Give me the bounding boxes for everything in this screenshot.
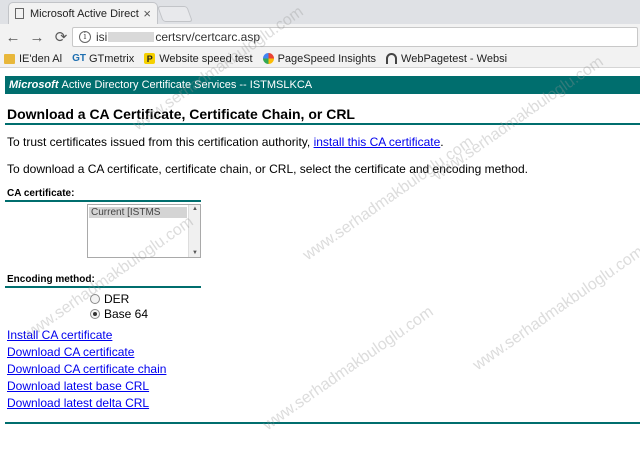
gtmetrix-icon: GT: [72, 53, 86, 64]
website-speed-test-icon: P: [144, 53, 156, 64]
download-ca-chain-link[interactable]: Download CA certificate chain: [7, 361, 166, 378]
radio-selected-dot: [93, 312, 97, 316]
folder-icon: [4, 53, 15, 64]
ca-certificate-label: CA certificate:: [7, 188, 75, 199]
ca-section-rule: [5, 200, 201, 202]
bookmark-label: Website speed test: [159, 52, 253, 65]
download-base-crl-link[interactable]: Download latest base CRL: [7, 378, 166, 395]
scroll-up-icon[interactable]: ▲: [192, 206, 198, 212]
bookmark-ie-import[interactable]: IE'den Al: [4, 53, 62, 65]
page-title: Download a CA Certificate, Certificate C…: [7, 106, 355, 122]
url-redacted: [108, 32, 155, 42]
url-prefix: isi: [96, 30, 108, 44]
encoding-section-rule: [5, 286, 201, 288]
browser-tab[interactable]: Microsoft Active Director ×: [8, 2, 158, 24]
tab-title: Microsoft Active Director: [30, 7, 140, 20]
der-label: DER: [104, 292, 130, 306]
encoding-base64-option[interactable]: Base 64: [90, 307, 148, 321]
bookmark-label: WebPagetest - Websi: [401, 52, 508, 65]
bookmarks-bar: IE'den Al GT GTmetrix P Website speed te…: [0, 50, 640, 68]
ca-certificate-option[interactable]: Current [ISTMS: [89, 207, 187, 218]
list-scrollbar[interactable]: ▲ ▼: [188, 205, 200, 257]
bookmark-webpagetest[interactable]: WebPagetest - Websi: [386, 53, 507, 65]
bookmark-label: PageSpeed Insights: [277, 52, 377, 65]
page-icon: [15, 8, 24, 19]
footer-divider: [5, 422, 640, 424]
trust-end: .: [440, 135, 444, 149]
header-banner: Microsoft Active Directory Certificate S…: [5, 76, 640, 94]
action-links: Install CA certificate Download CA certi…: [7, 327, 166, 412]
title-divider: [5, 123, 640, 125]
webpagetest-icon: [386, 53, 398, 64]
page-content: Microsoft Active Directory Certificate S…: [0, 68, 640, 468]
reload-button[interactable]: ⟳: [50, 26, 72, 48]
bookmark-pagespeed[interactable]: PageSpeed Insights: [262, 52, 377, 65]
address-bar[interactable]: i isi certsrv/certcarc.asp: [72, 27, 638, 47]
bookmark-website-speed-test[interactable]: P Website speed test: [144, 52, 253, 65]
download-paragraph: To download a CA certificate, certificat…: [7, 162, 528, 176]
back-button[interactable]: ←: [2, 26, 24, 48]
trust-text: To trust certificates issued from this c…: [7, 135, 314, 149]
info-icon[interactable]: i: [79, 31, 91, 43]
download-delta-crl-link[interactable]: Download latest delta CRL: [7, 395, 166, 412]
bookmark-gtmetrix[interactable]: GT GTmetrix: [72, 53, 134, 65]
encoding-method-label: Encoding method:: [7, 274, 95, 285]
url-path: certsrv/certcarc.asp: [155, 30, 261, 44]
install-ca-certificate-link[interactable]: Install CA certificate: [7, 327, 166, 344]
trust-paragraph: To trust certificates issued from this c…: [7, 135, 444, 149]
forward-button[interactable]: →: [26, 26, 48, 48]
banner-brand: Microsoft: [9, 79, 59, 91]
encoding-der-option[interactable]: DER: [90, 292, 129, 306]
base64-radio[interactable]: [90, 309, 100, 319]
pagespeed-icon: [262, 53, 274, 64]
bookmark-label: GTmetrix: [88, 52, 135, 65]
banner-text: Active Directory Certificate Services --…: [61, 79, 313, 91]
der-radio[interactable]: [90, 294, 100, 304]
close-tab-icon[interactable]: ×: [143, 6, 151, 21]
bookmark-label: IE'den Al: [19, 52, 63, 65]
download-ca-certificate-link[interactable]: Download CA certificate: [7, 344, 166, 361]
tab-strip: Microsoft Active Director ×: [0, 0, 640, 24]
install-this-ca-link[interactable]: install this CA certificate: [314, 135, 441, 149]
new-tab-button[interactable]: [157, 6, 193, 22]
scroll-down-icon[interactable]: ▼: [192, 250, 198, 256]
ca-certificate-list[interactable]: Current [ISTMS ▲ ▼: [87, 204, 201, 258]
base64-label: Base 64: [104, 307, 149, 321]
